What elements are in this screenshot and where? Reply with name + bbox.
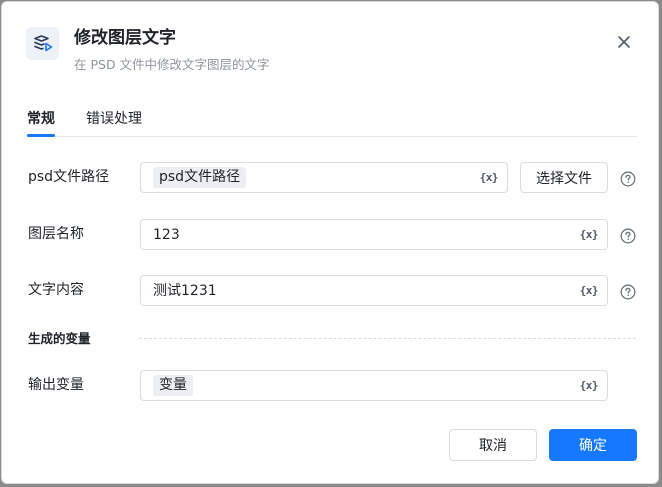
layer-name-value: 123 bbox=[153, 227, 180, 243]
cancel-button[interactable]: 取消 bbox=[449, 429, 537, 461]
select-file-button[interactable]: 选择文件 bbox=[520, 162, 608, 193]
tab-general[interactable]: 常规 bbox=[27, 108, 55, 130]
text-content-label: 文字内容 bbox=[28, 282, 84, 298]
help-icon[interactable] bbox=[620, 284, 636, 300]
output-variable-label: 输出变量 bbox=[28, 377, 84, 393]
psd-path-variable-chip[interactable]: psd文件路径 bbox=[153, 167, 247, 188]
insert-variable-icon[interactable]: {x} bbox=[580, 378, 599, 393]
text-content-value: 测试1231 bbox=[153, 283, 217, 299]
output-variable-input[interactable]: 变量 {x} bbox=[140, 370, 608, 401]
layer-name-label: 图层名称 bbox=[28, 226, 84, 242]
active-tab-indicator bbox=[27, 134, 55, 137]
help-icon[interactable] bbox=[620, 228, 636, 244]
insert-variable-icon[interactable]: {x} bbox=[580, 227, 599, 242]
close-icon bbox=[618, 36, 630, 48]
close-button[interactable] bbox=[614, 32, 634, 52]
output-variable-chip[interactable]: 变量 bbox=[153, 375, 193, 396]
confirm-button[interactable]: 确定 bbox=[549, 429, 637, 461]
tab-bar: 常规 错误处理 bbox=[27, 108, 637, 137]
layers-play-icon bbox=[26, 27, 59, 60]
modify-layer-text-dialog: 修改图层文字 在 PSD 文件中修改文字图层的文字 常规 错误处理 psd文件路… bbox=[1, 1, 659, 484]
dialog-title: 修改图层文字 bbox=[74, 28, 176, 48]
tab-error-handling[interactable]: 错误处理 bbox=[86, 108, 142, 130]
layer-name-input[interactable]: 123 {x} bbox=[140, 219, 608, 250]
insert-variable-icon[interactable]: {x} bbox=[480, 170, 499, 185]
psd-path-input[interactable]: psd文件路径 {x} bbox=[140, 162, 508, 193]
insert-variable-icon[interactable]: {x} bbox=[580, 283, 599, 298]
section-divider bbox=[139, 338, 636, 339]
text-content-input[interactable]: 测试1231 {x} bbox=[140, 275, 608, 306]
psd-path-label: psd文件路径 bbox=[28, 169, 110, 185]
help-icon[interactable] bbox=[620, 171, 636, 187]
dialog-subtitle: 在 PSD 文件中修改文字图层的文字 bbox=[74, 57, 270, 72]
generated-variables-heading: 生成的变量 bbox=[28, 331, 91, 346]
